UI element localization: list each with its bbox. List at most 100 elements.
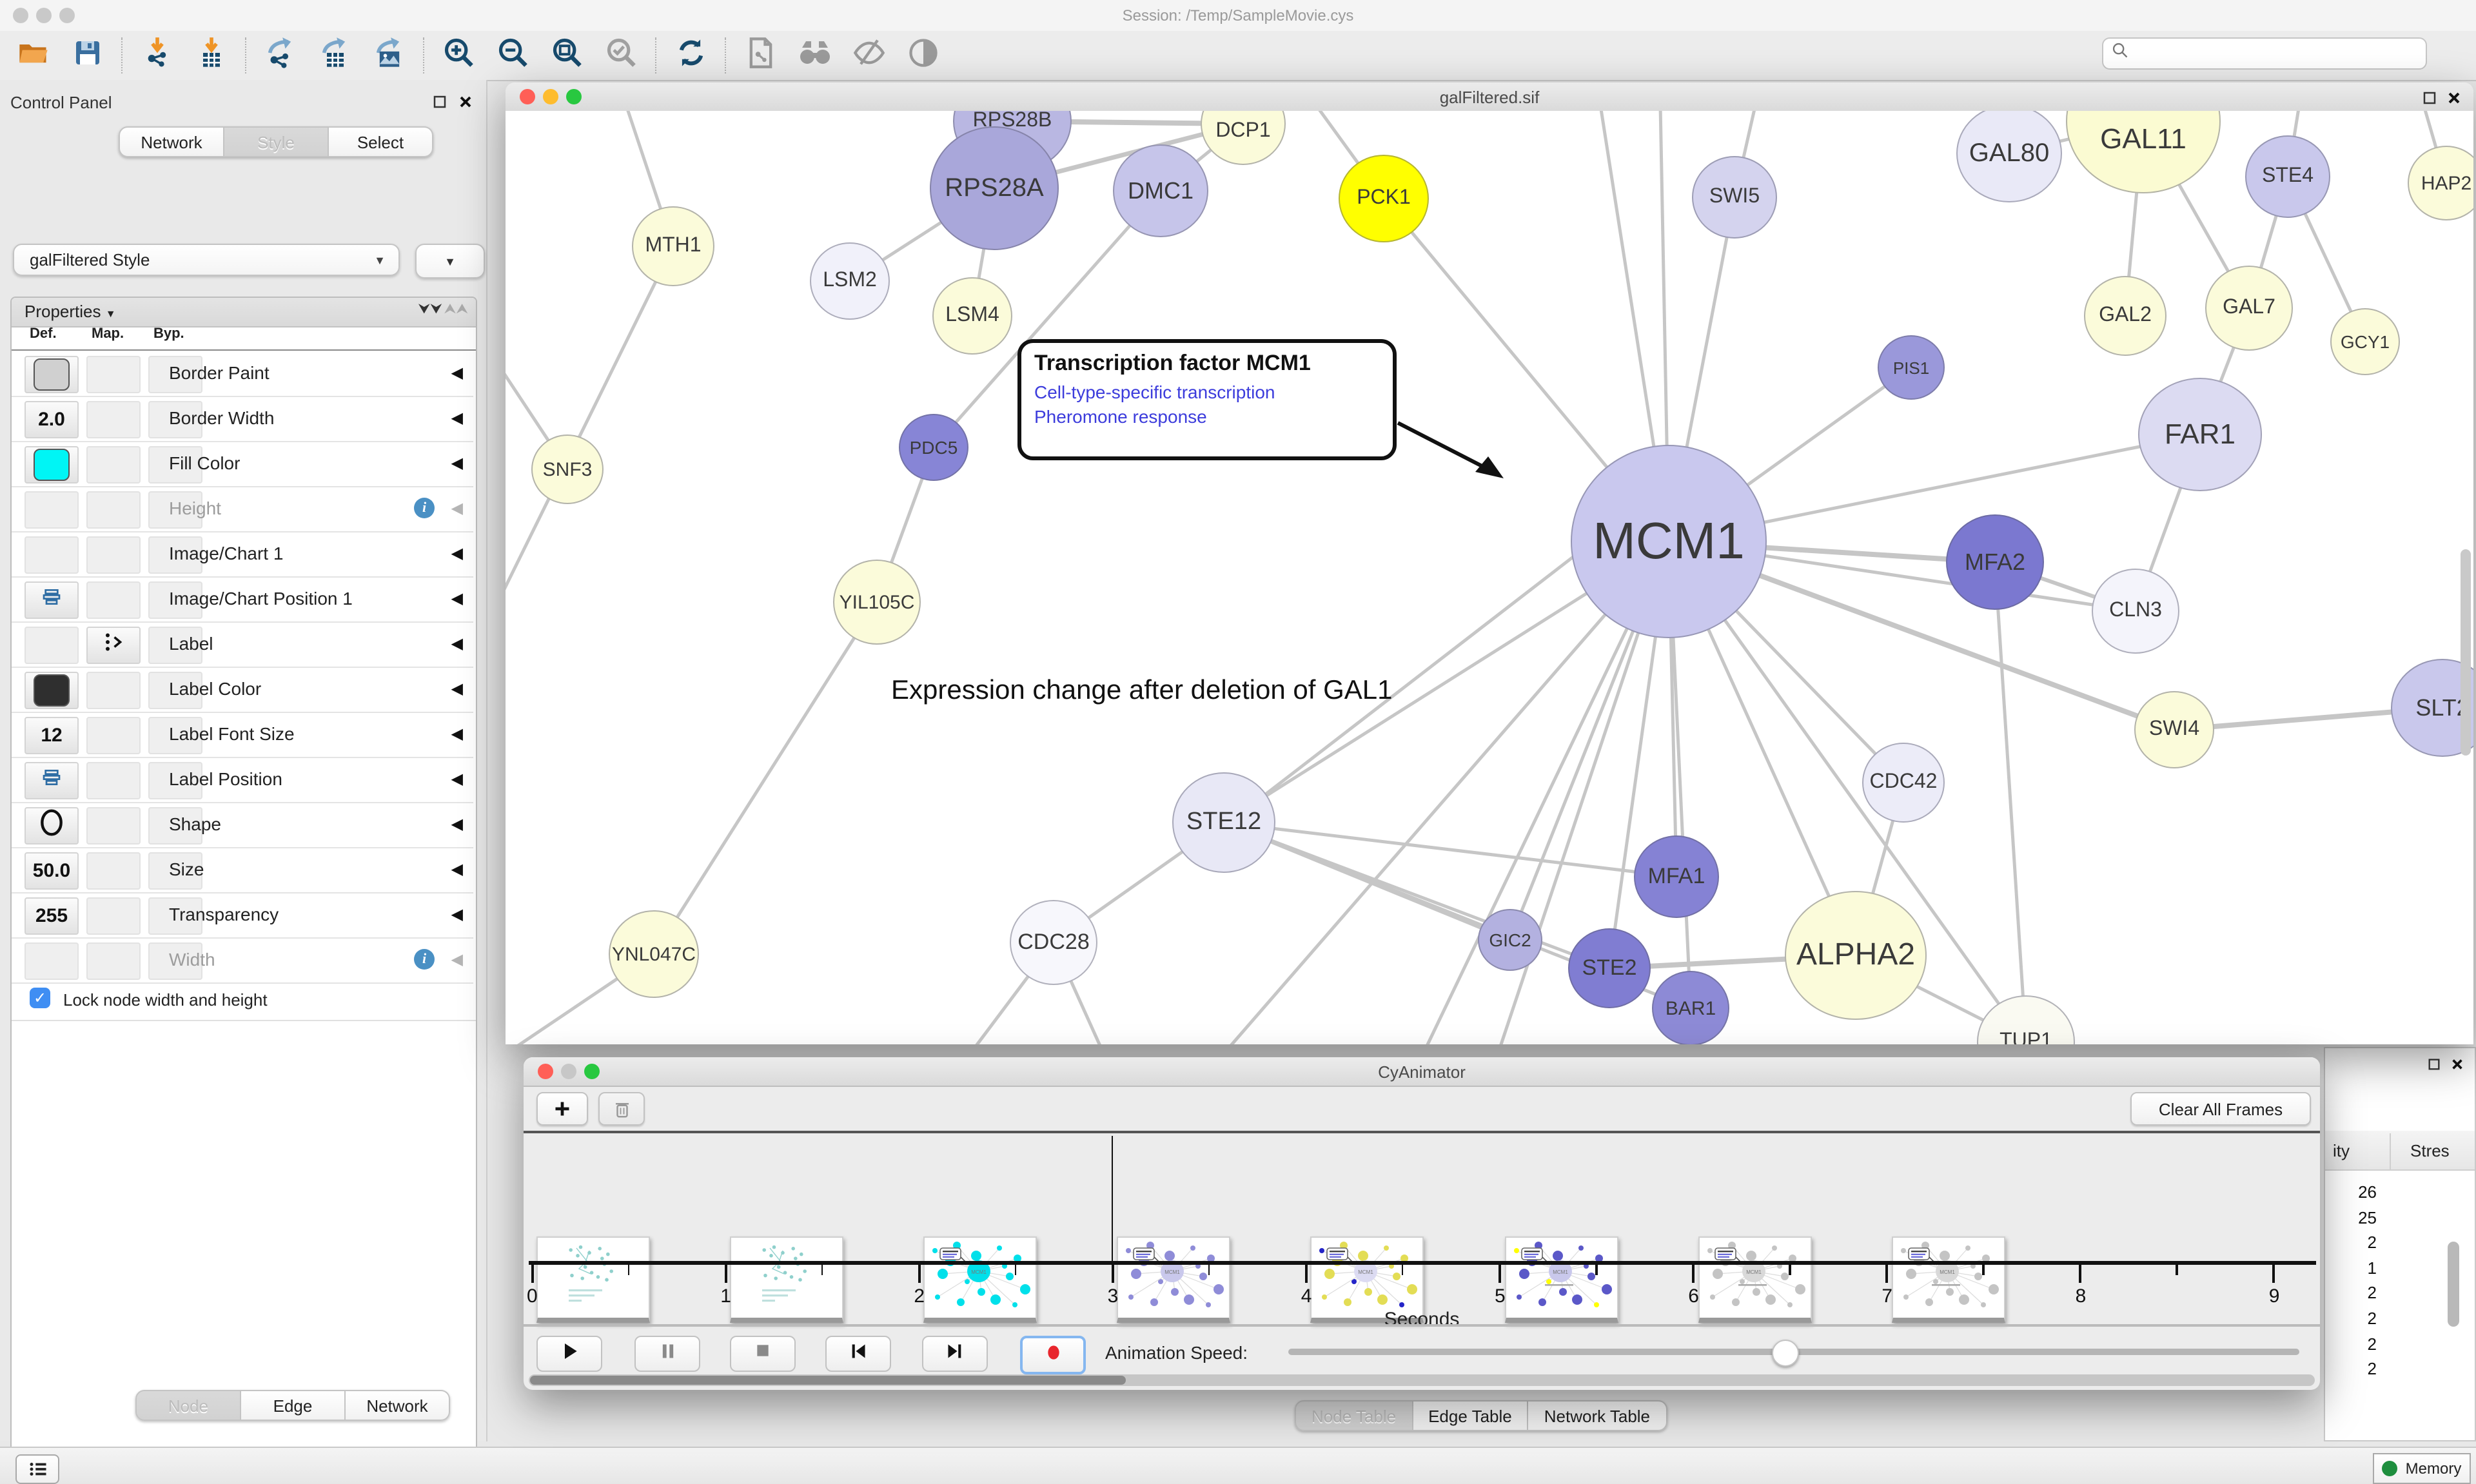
lock-node-size-checkbox[interactable]: ✓ [30,988,50,1008]
def-value-cell[interactable]: 50.0 [25,852,79,890]
style-selector[interactable]: galFiltered Style ▼ [13,244,400,276]
network-node-ste4[interactable]: STE4 [2245,135,2330,218]
property-row-label-position[interactable]: Label Position◀ [12,757,473,803]
map-value-cell[interactable] [86,356,141,393]
zoom-out-button[interactable] [490,35,536,76]
expand-property-icon[interactable]: ◀ [451,770,463,788]
tab-network[interactable]: Network [119,126,224,157]
map-value-cell[interactable] [86,942,141,980]
pause-button[interactable] [634,1336,700,1372]
expand-property-icon[interactable]: ◀ [451,950,463,968]
property-row-label-color[interactable]: Label Color◀ [12,667,473,713]
def-value-cell[interactable] [25,672,79,709]
results-scrollbar[interactable] [2448,1242,2459,1327]
import-network-button[interactable] [134,35,181,76]
mcm1-annotation[interactable]: Transcription factor MCM1 Cell-type-spec… [1017,339,1397,460]
network-node-ynl047c[interactable]: YNL047C [609,910,699,998]
map-value-cell[interactable] [86,491,141,529]
save-session-button[interactable] [64,35,111,76]
property-row-transparency[interactable]: 255Transparency◀ [12,892,473,939]
expand-property-icon[interactable]: ◀ [451,905,463,923]
expand-property-icon[interactable]: ◀ [451,860,463,878]
expand-property-icon[interactable]: ◀ [451,454,463,472]
network-node-rps28a[interactable]: RPS28A [930,126,1059,250]
find-button[interactable] [792,35,838,76]
info-icon[interactable]: i [414,498,435,518]
memory-button[interactable]: Memory [2373,1453,2471,1484]
network-node-swi5[interactable]: SWI5 [1692,156,1777,239]
hide-panel-button[interactable] [846,35,892,76]
map-value-cell[interactable] [86,897,141,935]
network-node-snf3[interactable]: SNF3 [531,434,604,504]
property-row-image-chart-1[interactable]: Image/Chart 1◀ [12,531,473,578]
results-cell[interactable]: 2 [2325,1334,2377,1353]
network-snapshot-button[interactable] [738,35,784,76]
results-cell[interactable]: 2 [2325,1309,2377,1328]
network-node-cdc28[interactable]: CDC28 [1010,900,1097,985]
def-value-cell[interactable] [25,807,79,845]
expand-property-icon[interactable]: ◀ [451,815,463,833]
export-image-button[interactable] [366,35,413,76]
property-row-border-width[interactable]: 2.0Border Width◀ [12,396,473,442]
export-table-button[interactable] [312,35,359,76]
network-edge[interactable] [654,602,877,954]
def-value-cell[interactable] [25,627,79,664]
network-edge[interactable] [1241,530,1608,814]
show-panel-button[interactable] [900,35,947,76]
property-row-fill-color[interactable]: Fill Color◀ [12,441,473,487]
zoom-fit-button[interactable] [544,35,591,76]
expand-property-icon[interactable]: ◀ [451,364,463,382]
network-node-swi4[interactable]: SWI4 [2134,691,2214,768]
network-node-gal2[interactable]: GAL2 [2084,276,2166,356]
property-row-size[interactable]: 50.0Size◀ [12,847,473,893]
skip-start-button[interactable] [825,1336,891,1372]
map-value-cell[interactable] [86,446,141,483]
info-icon[interactable]: i [414,949,435,970]
map-value-cell[interactable] [86,852,141,890]
expand-property-icon[interactable]: ◀ [451,409,463,427]
map-value-cell[interactable] [86,717,141,754]
network-node-gal7[interactable]: GAL7 [2205,266,2293,351]
tab-node-table[interactable]: Node Table [1295,1400,1413,1431]
clear-all-frames-button[interactable]: Clear All Frames [2130,1092,2311,1126]
network-node-far1[interactable]: FAR1 [2138,378,2262,491]
close-view-icon[interactable] [2446,89,2462,112]
results-cell[interactable]: 26 [2325,1182,2377,1202]
results-cell[interactable]: 2 [2325,1359,2377,1378]
close-panel-icon[interactable] [2450,1055,2464,1078]
network-node-pdc5[interactable]: PDC5 [899,414,968,481]
network-node-dmc1[interactable]: DMC1 [1113,144,1208,237]
expand-property-icon[interactable]: ◀ [451,679,463,698]
add-frame-button[interactable] [536,1092,588,1126]
frame-timeline[interactable]: MCM1MCM1MCM1MCM1MCM1MCM1 0123456789 Seco… [524,1133,2320,1324]
close-panel-icon[interactable] [458,93,473,116]
network-edge[interactable] [1995,562,2026,1042]
property-row-width[interactable]: Widthi◀ [12,937,473,984]
annotation-link[interactable]: Cell-type-specific transcription [1034,380,1380,405]
annotation-link[interactable]: Pheromone response [1034,405,1380,429]
network-window-titlebar[interactable]: galFiltered.sif [506,83,2473,112]
tab-node[interactable]: Node [135,1390,241,1421]
timeline-playhead[interactable] [1112,1136,1114,1265]
def-value-cell[interactable]: 2.0 [25,401,79,438]
results-cell[interactable]: 2 [2325,1233,2377,1252]
network-node-cdc42[interactable]: CDC42 [1862,743,1945,823]
stop-button[interactable] [730,1336,796,1372]
results-cell[interactable]: 1 [2325,1258,2377,1278]
import-table-button[interactable] [188,35,235,76]
column-header-centrality[interactable]: ity [2333,1141,2350,1160]
expand-property-icon[interactable]: ◀ [451,725,463,743]
def-value-cell[interactable] [25,942,79,980]
network-canvas[interactable]: RPS28BDCP1RPS28ADMC1PCK1MTH1LSM2LSM4SNF3… [506,111,2473,1044]
def-value-cell[interactable] [25,491,79,529]
network-node-yil105c[interactable]: YIL105C [833,560,921,645]
map-value-cell[interactable] [86,536,141,574]
delete-frame-button[interactable] [598,1092,645,1126]
column-header-stress[interactable]: Stres [2410,1141,2450,1160]
property-row-image-chart-position-1[interactable]: Image/Chart Position 1◀ [12,576,473,623]
network-node-lsm2[interactable]: LSM2 [810,242,890,320]
expand-all-icon[interactable]: ⮟⮟ [418,302,442,318]
network-node-mfa2[interactable]: MFA2 [1946,514,2044,610]
play-button[interactable] [536,1336,602,1372]
network-node-mfa1[interactable]: MFA1 [1634,835,1719,918]
